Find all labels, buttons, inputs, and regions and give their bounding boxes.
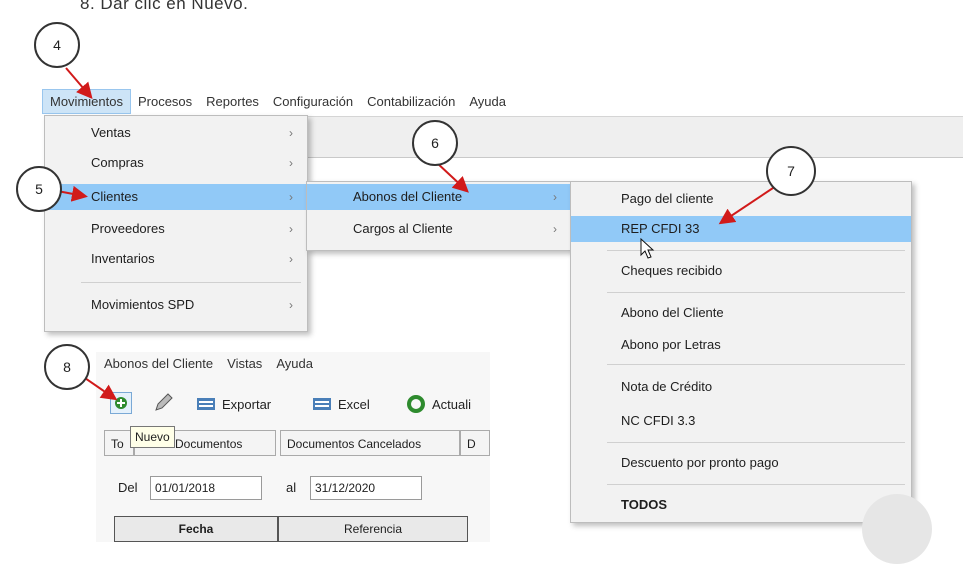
step-7-circle: 7 (766, 146, 816, 196)
step-8-circle: 8 (44, 344, 90, 390)
annotation-arrows (51, 67, 777, 401)
decorative-circle (862, 494, 932, 564)
arrow-step8 (81, 375, 118, 401)
step-6-circle: 6 (412, 120, 458, 166)
arrow-step4 (65, 67, 93, 100)
step-4-circle: 4 (34, 22, 80, 68)
arrow-step6 (435, 161, 469, 193)
arrow-step7 (718, 185, 777, 225)
step-5-circle: 5 (16, 166, 62, 212)
